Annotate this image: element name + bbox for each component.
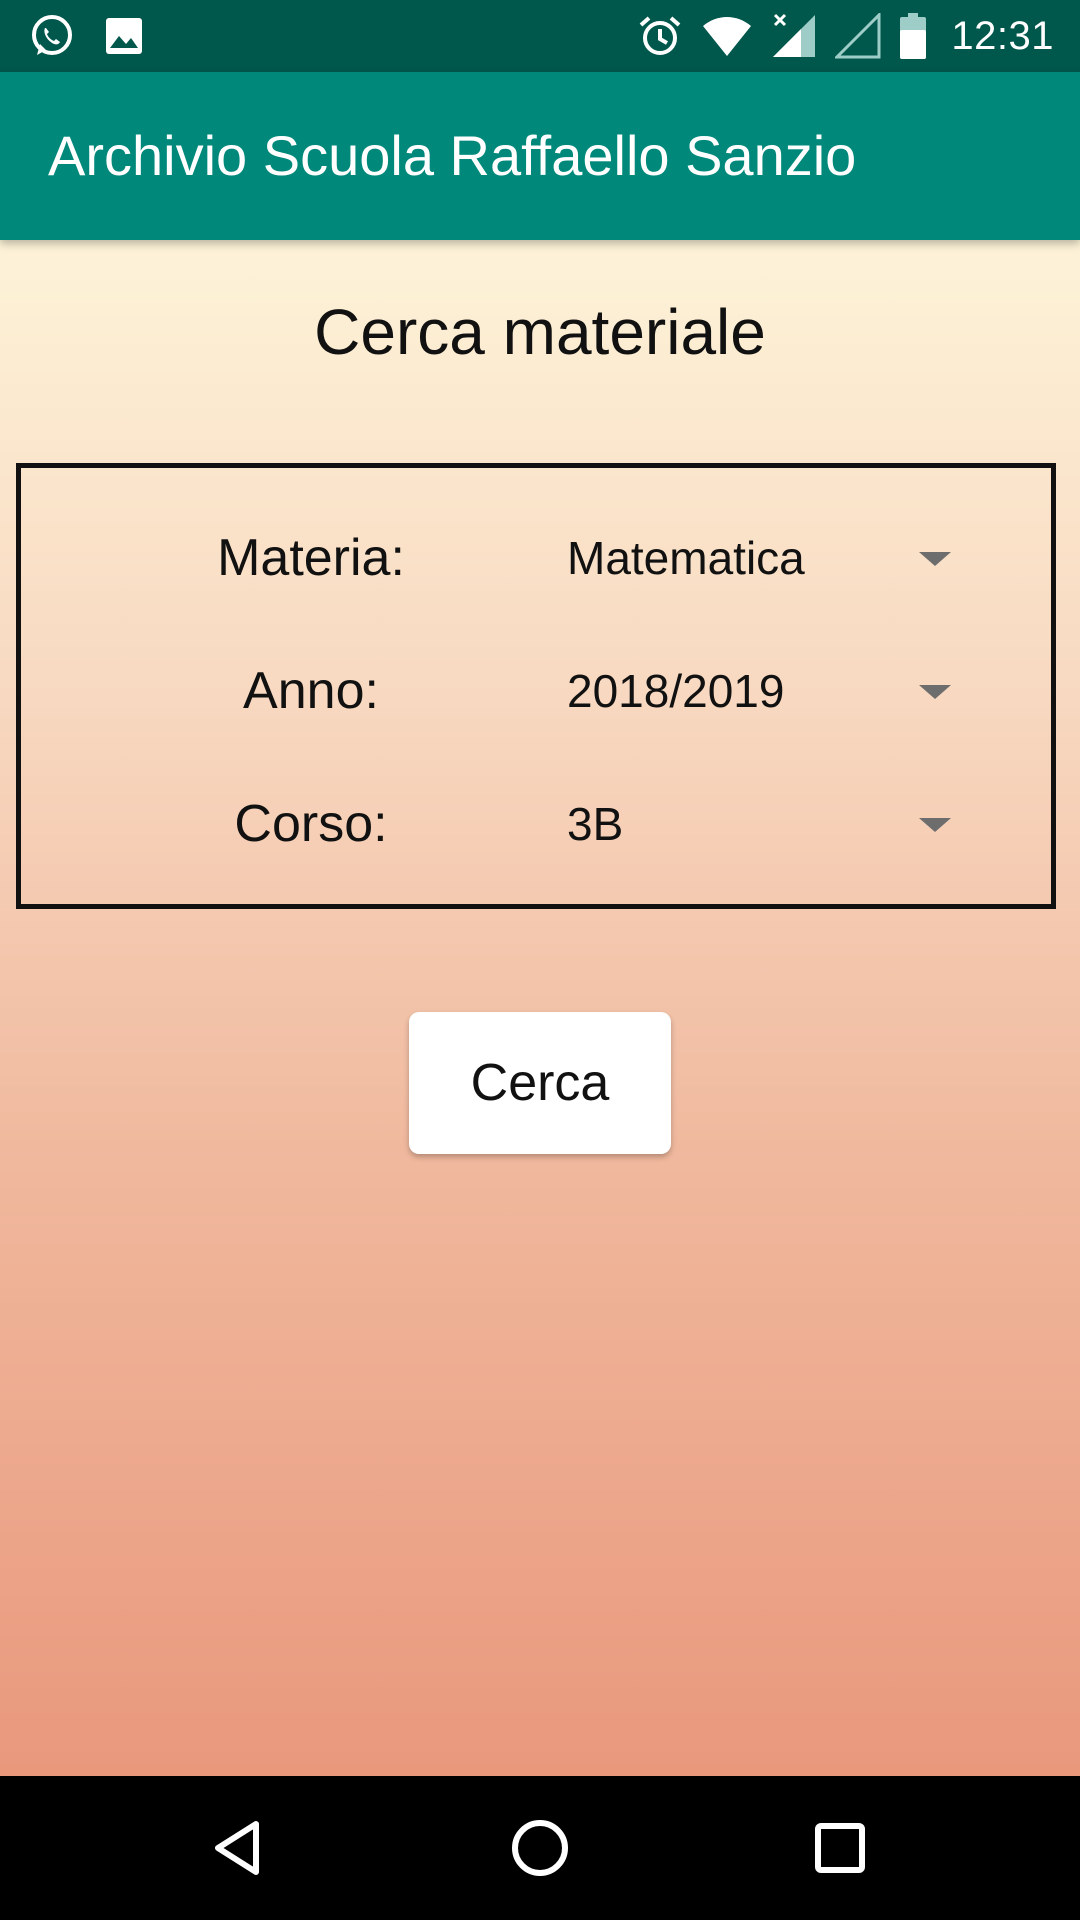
status-right-icons: 12:31 (637, 12, 1054, 60)
dropdown-arrow-icon (919, 552, 951, 566)
dropdown-arrow-icon (919, 685, 951, 699)
dropdown-arrow-icon (919, 818, 951, 832)
signal-empty-icon (835, 13, 881, 59)
alarm-icon (637, 13, 683, 59)
anno-selected-value: 2018/2019 (567, 665, 785, 717)
form-row-anno: Anno: 2018/2019 (21, 651, 1051, 731)
corso-selected-value: 3B (567, 798, 624, 850)
page-title: Cerca materiale (314, 296, 766, 368)
anno-label: Anno: (243, 662, 379, 720)
corso-label: Corso: (234, 795, 388, 853)
app-title: Archivio Scuola Raffaello Sanzio (48, 124, 857, 187)
materia-selected-value: Matematica (567, 532, 805, 584)
materia-label: Materia: (217, 529, 405, 587)
wifi-icon (701, 14, 753, 58)
corso-dropdown[interactable]: 3B (541, 784, 981, 864)
form-row-corso: Corso: 3B (21, 784, 1051, 864)
search-form: Materia: Matematica Anno: 2018/2019 Cors… (16, 463, 1056, 909)
status-left-icons (28, 12, 148, 60)
signal-no-data-icon (771, 13, 817, 59)
back-icon[interactable] (204, 1812, 276, 1884)
anno-dropdown[interactable]: 2018/2019 (541, 651, 981, 731)
navigation-bar (0, 1776, 1080, 1920)
battery-icon (899, 12, 927, 60)
status-time: 12:31 (951, 13, 1054, 58)
materia-dropdown[interactable]: Matematica (541, 518, 981, 598)
search-button[interactable]: Cerca (409, 1012, 671, 1154)
whatsapp-icon (28, 12, 76, 60)
status-bar: 12:31 (0, 0, 1080, 72)
image-icon (100, 12, 148, 60)
form-row-materia: Materia: Matematica (21, 518, 1051, 598)
app-bar: Archivio Scuola Raffaello Sanzio (0, 72, 1080, 240)
home-icon[interactable] (504, 1812, 576, 1884)
recents-icon[interactable] (804, 1812, 876, 1884)
main-content: Cerca materiale Materia: Matematica Anno… (0, 240, 1080, 1776)
